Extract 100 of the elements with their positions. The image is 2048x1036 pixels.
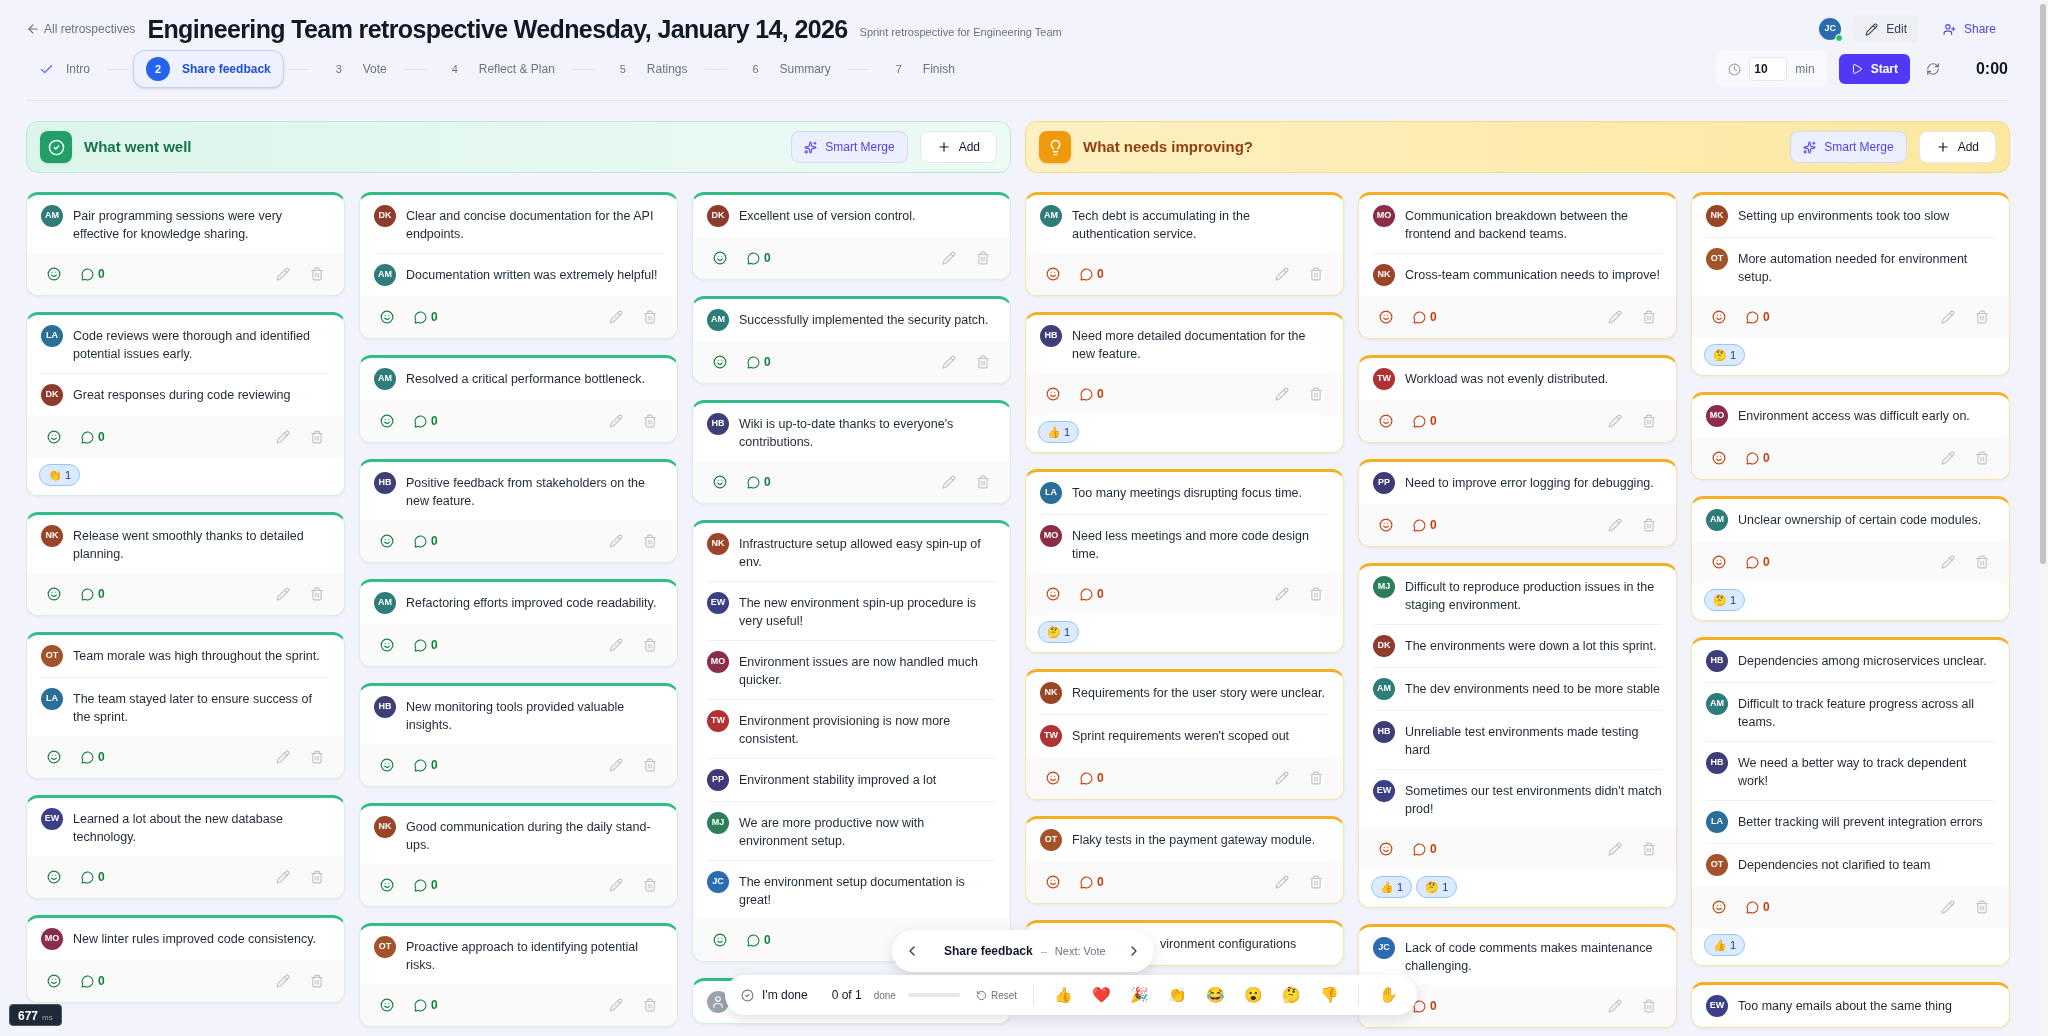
smile-icon[interactable] <box>1712 555 1726 569</box>
smile-icon[interactable] <box>380 310 394 324</box>
edit-icon[interactable] <box>942 355 956 369</box>
reaction-chip[interactable]: 🤔 1 <box>1038 621 1080 643</box>
smile-icon[interactable] <box>1046 267 1060 281</box>
delete-icon[interactable] <box>1975 900 1989 914</box>
delete-icon[interactable] <box>310 750 324 764</box>
comments-button[interactable]: 0 <box>414 756 438 774</box>
delete-icon[interactable] <box>1309 387 1323 401</box>
smile-icon[interactable] <box>1379 842 1393 856</box>
comments-button[interactable]: 0 <box>1746 449 1770 467</box>
edit-icon[interactable] <box>1608 999 1622 1013</box>
delete-icon[interactable] <box>643 310 657 324</box>
comments-button[interactable]: 0 <box>1413 840 1437 858</box>
delete-icon[interactable] <box>976 355 990 369</box>
delete-icon[interactable] <box>310 430 324 444</box>
comments-button[interactable]: 0 <box>81 868 105 886</box>
delete-icon[interactable] <box>643 534 657 548</box>
step-tab[interactable]: Intro <box>26 50 103 88</box>
edit-icon[interactable] <box>1608 414 1622 428</box>
comments-button[interactable]: 0 <box>1080 265 1104 283</box>
edit-icon[interactable] <box>942 251 956 265</box>
comments-button[interactable]: 0 <box>1080 873 1104 891</box>
edit-icon[interactable] <box>609 998 623 1012</box>
smile-icon[interactable] <box>380 414 394 428</box>
edit-icon[interactable] <box>276 750 290 764</box>
delete-icon[interactable] <box>976 475 990 489</box>
comments-button[interactable]: 0 <box>1413 516 1437 534</box>
smile-icon[interactable] <box>47 870 61 884</box>
smile-icon[interactable] <box>47 587 61 601</box>
smile-icon[interactable] <box>1046 875 1060 889</box>
smile-icon[interactable] <box>1379 414 1393 428</box>
reaction-chip[interactable]: 👏 1 <box>39 464 81 486</box>
smile-icon[interactable] <box>713 933 727 947</box>
delete-icon[interactable] <box>643 638 657 652</box>
smile-icon[interactable] <box>1712 310 1726 324</box>
edit-icon[interactable] <box>1941 310 1955 324</box>
edit-icon[interactable] <box>1941 555 1955 569</box>
duration-input[interactable]: 10 <box>1749 57 1788 81</box>
delete-icon[interactable] <box>310 870 324 884</box>
reaction-chip[interactable]: 👍 1 <box>1371 876 1413 898</box>
delete-icon[interactable] <box>976 251 990 265</box>
reset-timer-icon[interactable] <box>1925 62 1940 76</box>
edit-icon[interactable] <box>609 414 623 428</box>
edit-icon[interactable] <box>276 430 290 444</box>
comments-button[interactable]: 0 <box>81 585 105 603</box>
comments-button[interactable]: 0 <box>414 532 438 550</box>
comments-button[interactable]: 0 <box>1080 769 1104 787</box>
edit-button[interactable]: Edit <box>1853 15 1919 43</box>
step-tab[interactable]: 4 Reflect & Plan <box>429 50 568 88</box>
delete-icon[interactable] <box>1309 875 1323 889</box>
comments-button[interactable]: 0 <box>81 972 105 990</box>
edit-icon[interactable] <box>1941 900 1955 914</box>
smile-icon[interactable] <box>1712 451 1726 465</box>
smile-icon[interactable] <box>47 750 61 764</box>
comments-button[interactable]: 0 <box>1746 898 1770 916</box>
delete-icon[interactable] <box>1309 267 1323 281</box>
reaction-chip[interactable]: 🤔 1 <box>1704 589 1746 611</box>
edit-icon[interactable] <box>1275 875 1289 889</box>
delete-icon[interactable] <box>310 974 324 988</box>
edit-icon[interactable] <box>942 475 956 489</box>
smile-icon[interactable] <box>1046 587 1060 601</box>
edit-icon[interactable] <box>609 310 623 324</box>
delete-icon[interactable] <box>1642 310 1656 324</box>
edit-icon[interactable] <box>276 267 290 281</box>
add-button[interactable]: Add <box>919 131 997 163</box>
smile-icon[interactable] <box>713 355 727 369</box>
edit-icon[interactable] <box>1608 310 1622 324</box>
comments-button[interactable]: 0 <box>414 876 438 894</box>
edit-icon[interactable] <box>1275 587 1289 601</box>
step-tab[interactable]: 7 Finish <box>873 50 968 88</box>
smile-icon[interactable] <box>1046 771 1060 785</box>
delete-icon[interactable] <box>1642 414 1656 428</box>
smile-icon[interactable] <box>380 534 394 548</box>
user-avatar[interactable]: JC <box>1819 18 1842 40</box>
edit-icon[interactable] <box>1275 771 1289 785</box>
comments-button[interactable]: 0 <box>1080 385 1104 403</box>
comments-button[interactable]: 0 <box>81 265 105 283</box>
delete-icon[interactable] <box>310 267 324 281</box>
edit-icon[interactable] <box>609 534 623 548</box>
smile-icon[interactable] <box>380 878 394 892</box>
edit-icon[interactable] <box>276 870 290 884</box>
step-tab[interactable]: 5 Ratings <box>597 50 701 88</box>
comments-button[interactable]: 0 <box>1746 553 1770 571</box>
reaction-chip[interactable]: 👍 1 <box>1038 421 1080 443</box>
smile-icon[interactable] <box>380 998 394 1012</box>
share-button[interactable]: Share <box>1930 15 2008 43</box>
edit-icon[interactable] <box>276 974 290 988</box>
edit-icon[interactable] <box>1275 387 1289 401</box>
edit-icon[interactable] <box>1941 451 1955 465</box>
delete-icon[interactable] <box>643 414 657 428</box>
smile-icon[interactable] <box>1712 900 1726 914</box>
comments-button[interactable]: 0 <box>1413 412 1437 430</box>
comments-button[interactable]: 0 <box>414 636 438 654</box>
reaction-chip[interactable]: 🤔 1 <box>1416 876 1458 898</box>
comments-button[interactable]: 0 <box>747 249 771 267</box>
comments-button[interactable]: 0 <box>1080 585 1104 603</box>
step-tab[interactable]: 2 Share feedback <box>133 50 284 88</box>
delete-icon[interactable] <box>643 878 657 892</box>
delete-icon[interactable] <box>643 758 657 772</box>
